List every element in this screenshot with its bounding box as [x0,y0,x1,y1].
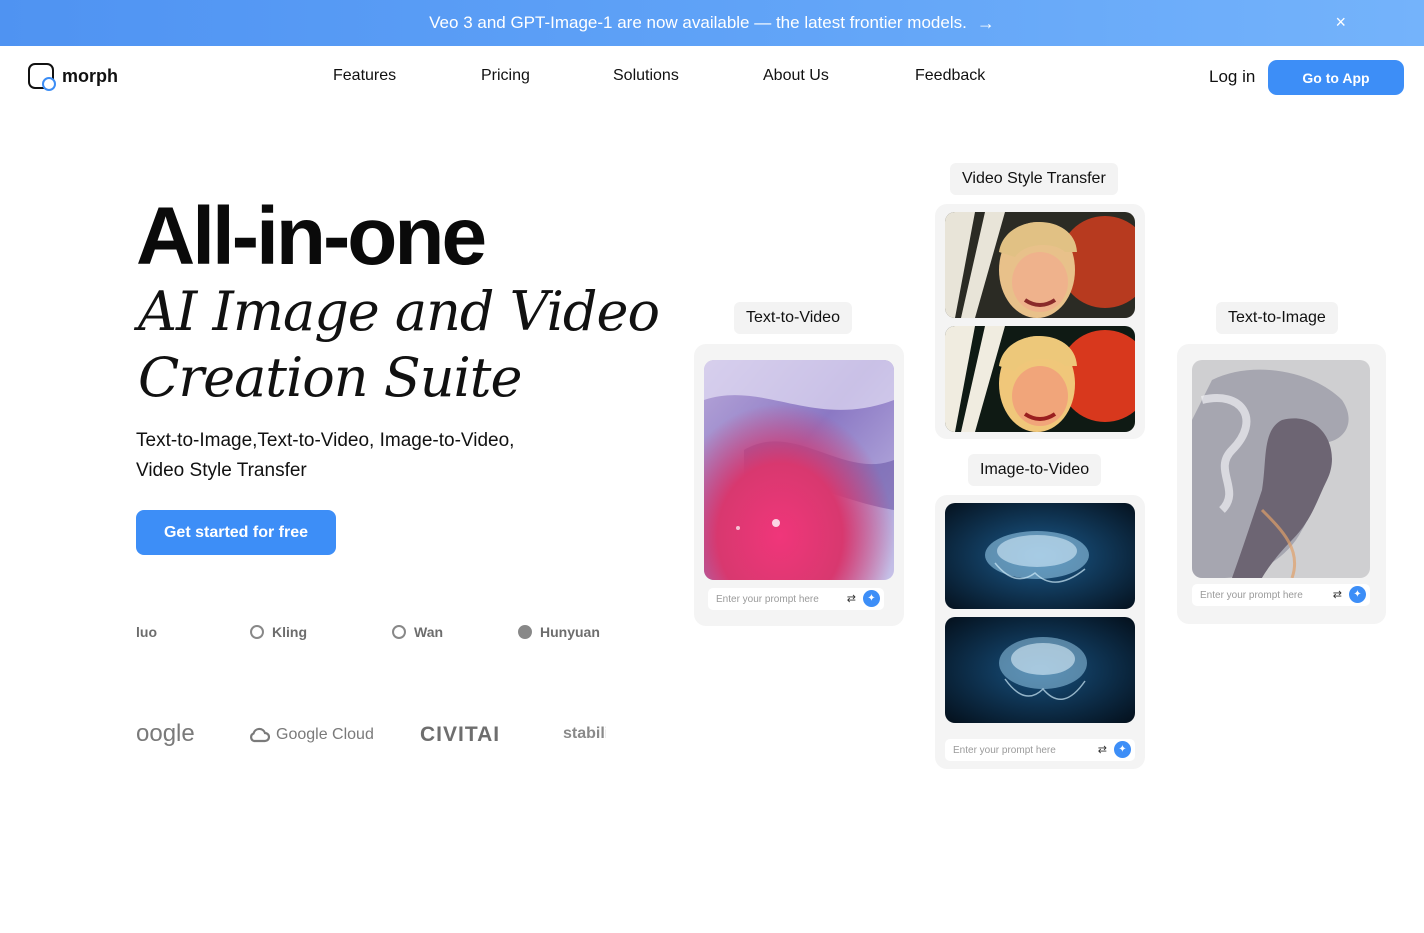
settings-sliders-icon[interactable]: ⇄ [847,592,856,605]
hunyuan-icon [518,625,532,639]
text-to-image-placeholder: Enter your prompt here [1200,589,1303,601]
settings-sliders-icon[interactable]: ⇄ [1333,588,1342,601]
brand-google-cloud-label: Google Cloud [276,726,374,743]
card-video-style-transfer [935,204,1145,439]
brand-kling-label: Kling [272,624,307,640]
go-to-app-button[interactable]: Go to App [1268,60,1404,95]
nav-about-us[interactable]: About Us [763,67,829,85]
cloud-icon [250,727,270,743]
hero-title: All-in-one [136,191,487,282]
preview-image-smoke-portrait [1192,360,1370,578]
arrow-right-icon[interactable]: → [977,13,995,34]
brand-google-cloud: Google Cloud [248,726,374,744]
text-to-image-prompt-input[interactable]: Enter your prompt here ⇄ ✦ [1192,584,1370,606]
hero-subtitle-line-2: Video Style Transfer [136,460,307,481]
hero-subtitle: Text-to-Image,Text-to-Video, Image-to-Vi… [136,426,556,486]
tag-text-to-video: Text-to-Video [734,302,852,334]
wan-icon [392,625,406,639]
tag-video-style-transfer: Video Style Transfer [950,163,1118,195]
preview-image-jellyfish-2 [945,617,1135,723]
brand-kling: Kling [250,624,307,640]
top-navigation: morph Features Pricing Solutions About U… [0,46,1424,108]
image-to-video-prompt-input[interactable]: Enter your prompt here ⇄ ✦ [945,739,1135,761]
tag-text-to-image: Text-to-Image [1216,302,1338,334]
brand-google: oogle [136,720,195,747]
kling-icon [250,625,264,639]
hero-script-line-1: AI Image and Video [138,280,660,343]
hero-script-line-2: Creation Suite [138,346,522,409]
sparkle-send-icon[interactable]: ✦ [863,590,880,607]
brand-wan-label: Wan [414,624,444,640]
brand-hunyuan: Hunyuan [518,624,600,640]
nav-pricing[interactable]: Pricing [481,67,530,85]
preview-image-portrait-original [945,212,1135,318]
card-text-to-video: Enter your prompt here ⇄ ✦ [694,344,904,626]
logo[interactable]: morph [28,63,118,91]
card-image-to-video: Enter your prompt here ⇄ ✦ [935,495,1145,769]
card-text-to-image: Enter your prompt here ⇄ ✦ [1177,344,1386,624]
nav-feedback[interactable]: Feedback [915,67,985,85]
sparkle-send-icon[interactable]: ✦ [1114,741,1131,758]
close-icon[interactable]: × [1335,12,1346,33]
login-link[interactable]: Log in [1209,67,1255,87]
preview-image-portrait-styled [945,326,1135,432]
banner-text[interactable]: Veo 3 and GPT-Image-1 are now available … [429,13,967,33]
hero-subtitle-line-1: Text-to-Image,Text-to-Video, Image-to-Vi… [136,430,515,451]
get-started-button[interactable]: Get started for free [136,510,336,555]
brand-hunyuan-label: Hunyuan [540,624,600,640]
tag-image-to-video: Image-to-Video [968,454,1102,486]
text-to-video-placeholder: Enter your prompt here [716,593,819,605]
brand-luo-label: luo [136,624,157,640]
nav-features[interactable]: Features [333,67,396,85]
text-to-video-prompt-input[interactable]: Enter your prompt here ⇄ ✦ [708,588,884,610]
logo-text: morph [62,65,118,86]
brand-luo: luo [136,624,157,640]
preview-image-abstract [704,360,894,580]
brand-stability: stabili [563,725,606,742]
sparkle-send-icon[interactable]: ✦ [1349,586,1366,603]
brand-wan: Wan [392,624,443,640]
preview-image-jellyfish-1 [945,503,1135,609]
announcement-banner[interactable]: Veo 3 and GPT-Image-1 are now available … [0,0,1424,46]
image-to-video-placeholder: Enter your prompt here [953,744,1056,756]
brand-strip-1: luo Kling Wan Hunyuan [136,620,606,650]
nav-solutions[interactable]: Solutions [613,67,679,85]
brand-civitai: CIVITAI [420,723,501,746]
logo-icon [28,63,56,91]
brand-strip-2: oogle Google Cloud CIVITAI stabili [136,718,606,754]
settings-sliders-icon[interactable]: ⇄ [1098,743,1107,756]
